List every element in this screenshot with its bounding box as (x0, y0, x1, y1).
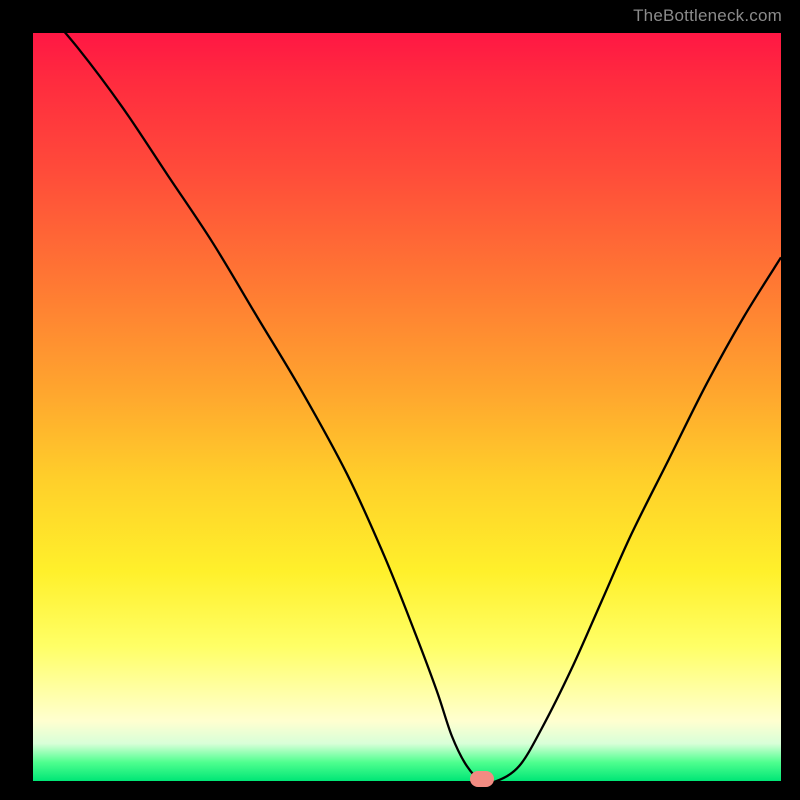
bottleneck-curve-plot (33, 33, 781, 781)
marker-pill (470, 771, 494, 787)
optimal-point-marker (469, 770, 495, 788)
watermark-text: TheBottleneck.com (633, 6, 782, 26)
chart-frame: TheBottleneck.com (0, 0, 800, 800)
bottleneck-curve (33, 33, 781, 781)
